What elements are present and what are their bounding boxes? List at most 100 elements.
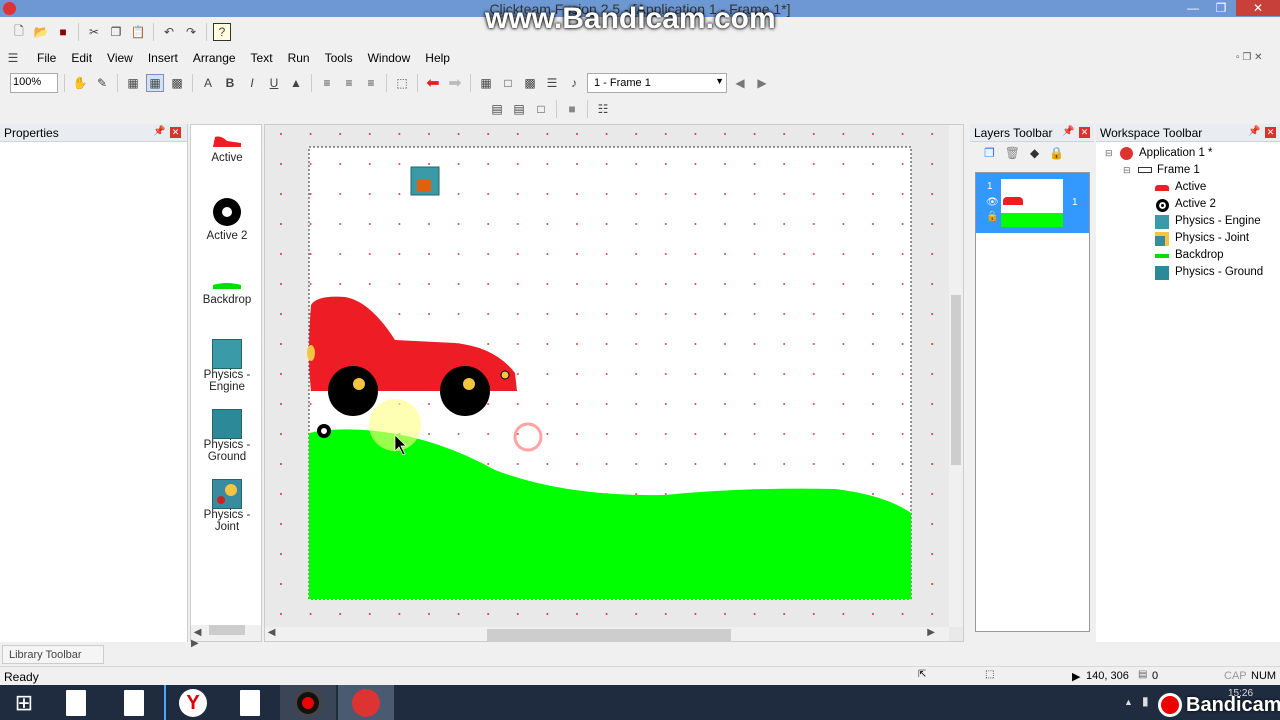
library-item-label: Active — [211, 152, 243, 164]
italic-icon[interactable]: I — [243, 74, 261, 92]
bold-icon[interactable]: B — [221, 74, 239, 92]
storyboard-icon[interactable]: ▦ — [477, 74, 495, 92]
frame-canvas[interactable] — [265, 125, 949, 627]
mask-icon[interactable]: ◆ — [1030, 146, 1039, 160]
save-icon[interactable]: ■ — [54, 23, 72, 41]
pin-icon[interactable]: 📌 — [1248, 126, 1260, 137]
paste-icon[interactable]: 📋 — [129, 23, 147, 41]
hand-icon[interactable]: ✋ — [71, 74, 89, 92]
start-button[interactable]: ⊞ — [0, 685, 48, 720]
show-grid-icon[interactable]: ▦ — [124, 74, 142, 92]
lock-icon[interactable]: 🔒 — [986, 211, 998, 222]
tree-object[interactable]: Active — [1175, 181, 1206, 193]
font-icon[interactable]: A — [199, 74, 217, 92]
copy-icon[interactable]: ❐ — [107, 23, 125, 41]
menu-file[interactable]: File — [37, 51, 56, 65]
tray-chevron-icon[interactable]: ▲ — [1124, 697, 1133, 707]
layout-icon[interactable]: ■ — [563, 100, 581, 118]
snap-grid-icon[interactable]: ▦ — [146, 74, 164, 92]
forward-icon[interactable]: ➡ — [446, 74, 464, 92]
taskbar-bandicam[interactable] — [280, 685, 336, 720]
menu-run[interactable]: Run — [288, 51, 310, 65]
library-item[interactable]: Active 2 — [191, 197, 263, 242]
minimize-button[interactable]: — — [1180, 0, 1206, 16]
menu-window[interactable]: Window — [368, 51, 411, 65]
pin-icon[interactable]: 📌 — [1062, 126, 1074, 137]
event-list-icon[interactable]: ☰ — [543, 74, 561, 92]
close-icon[interactable]: ✕ — [1079, 127, 1090, 138]
open-icon[interactable]: 📂 — [32, 23, 50, 41]
tab-library-toolbar[interactable]: Library Toolbar — [2, 645, 104, 664]
next-frame-icon[interactable]: ▶ — [753, 74, 771, 92]
tree-object[interactable]: Physics - Engine — [1175, 215, 1261, 227]
prev-frame-icon[interactable]: ◀ — [731, 74, 749, 92]
frame-editor-icon[interactable]: □ — [499, 74, 517, 92]
data-elements-icon[interactable]: ♪ — [565, 74, 583, 92]
library-item[interactable]: Active — [191, 133, 263, 164]
menu-arrange[interactable]: Arrange — [193, 51, 236, 65]
layout-icon[interactable]: ▤ — [488, 100, 506, 118]
close-icon[interactable]: ✕ — [170, 127, 181, 138]
menu-view[interactable]: View — [107, 51, 133, 65]
grid-setup-icon[interactable]: ▩ — [168, 74, 186, 92]
collapse-icon[interactable]: ⊟ — [1123, 165, 1131, 176]
underline-icon[interactable]: U — [265, 74, 283, 92]
menu-help[interactable]: Help — [425, 51, 450, 65]
cursor-icon: ▶ — [1072, 671, 1081, 683]
back-icon[interactable]: ⬅ — [424, 74, 442, 92]
horizontal-scrollbar[interactable]: ◀ ▶ — [265, 627, 949, 641]
taskbar-yandex[interactable]: Y — [164, 685, 220, 720]
edit-icon[interactable]: ✎ — [93, 74, 111, 92]
pin-icon[interactable]: 📌 — [153, 126, 165, 137]
delete-layer-icon[interactable]: 🗑 — [1005, 146, 1020, 160]
cut-icon[interactable]: ✂ — [85, 23, 103, 41]
taskbar-clickteam[interactable] — [338, 685, 394, 720]
close-button[interactable]: ✕ — [1236, 0, 1280, 16]
vertical-scrollbar[interactable] — [949, 125, 963, 627]
panel-title: Properties — [4, 126, 59, 140]
zoom-select[interactable]: 100% — [10, 73, 58, 93]
taskbar-file[interactable] — [48, 685, 104, 720]
tree-object[interactable]: Physics - Ground — [1175, 266, 1263, 278]
align-center-icon[interactable]: ≡ — [340, 74, 358, 92]
library-item[interactable]: Physics - Ground — [191, 409, 263, 463]
menu-text[interactable]: Text — [251, 51, 273, 65]
maximize-button[interactable]: ❐ — [1208, 0, 1234, 16]
lock-icon[interactable]: 🔒 — [1049, 146, 1064, 160]
tree-object[interactable]: Active 2 — [1175, 198, 1216, 210]
tree-object[interactable]: Physics - Joint — [1175, 232, 1249, 244]
layout-icon[interactable]: ▤ — [510, 100, 528, 118]
add-layer-icon[interactable]: ❐ — [984, 146, 995, 160]
mdi-controls[interactable]: ▫ ❐ ✕ — [1236, 52, 1262, 63]
library-item[interactable]: Physics - Joint — [191, 479, 263, 533]
frame-editor[interactable]: ◀ ▶ — [264, 124, 964, 642]
library-scrollbar[interactable]: ◀▶ — [191, 625, 261, 649]
tree-application[interactable]: Application 1 * — [1139, 147, 1213, 159]
layout-icon[interactable]: ☷ — [594, 100, 612, 118]
tree-object[interactable]: Backdrop — [1175, 249, 1224, 261]
menu-edit[interactable]: Edit — [71, 51, 92, 65]
color-icon[interactable]: ▲ — [287, 74, 305, 92]
new-icon[interactable]: 🗋 — [10, 23, 28, 41]
taskbar-file[interactable] — [106, 685, 162, 720]
collapse-icon[interactable]: ⊟ — [1105, 148, 1113, 159]
undo-icon[interactable]: ↶ — [160, 23, 178, 41]
event-editor-icon[interactable]: ▩ — [521, 74, 539, 92]
fit-icon[interactable]: ⬚ — [393, 74, 411, 92]
menu-tools[interactable]: Tools — [325, 51, 353, 65]
frame-select[interactable]: 1 - Frame 1 ▼ — [587, 73, 727, 93]
align-left-icon[interactable]: ≡ — [318, 74, 336, 92]
visible-icon[interactable]: 👁 — [986, 197, 999, 208]
layer-item[interactable]: 1 👁 🔒 1 — [976, 173, 1089, 233]
taskbar-file[interactable] — [222, 685, 278, 720]
battery-icon[interactable]: ▮ — [1142, 694, 1149, 708]
help-icon[interactable]: ? — [213, 23, 231, 41]
layout-icon[interactable]: □ — [532, 100, 550, 118]
align-right-icon[interactable]: ≡ — [362, 74, 380, 92]
redo-icon[interactable]: ↷ — [182, 23, 200, 41]
library-item[interactable]: Backdrop — [191, 275, 263, 306]
tree-frame[interactable]: Frame 1 — [1157, 164, 1200, 176]
close-icon[interactable]: ✕ — [1265, 127, 1276, 138]
library-item[interactable]: Physics - Engine — [191, 339, 263, 393]
menu-insert[interactable]: Insert — [148, 51, 178, 65]
